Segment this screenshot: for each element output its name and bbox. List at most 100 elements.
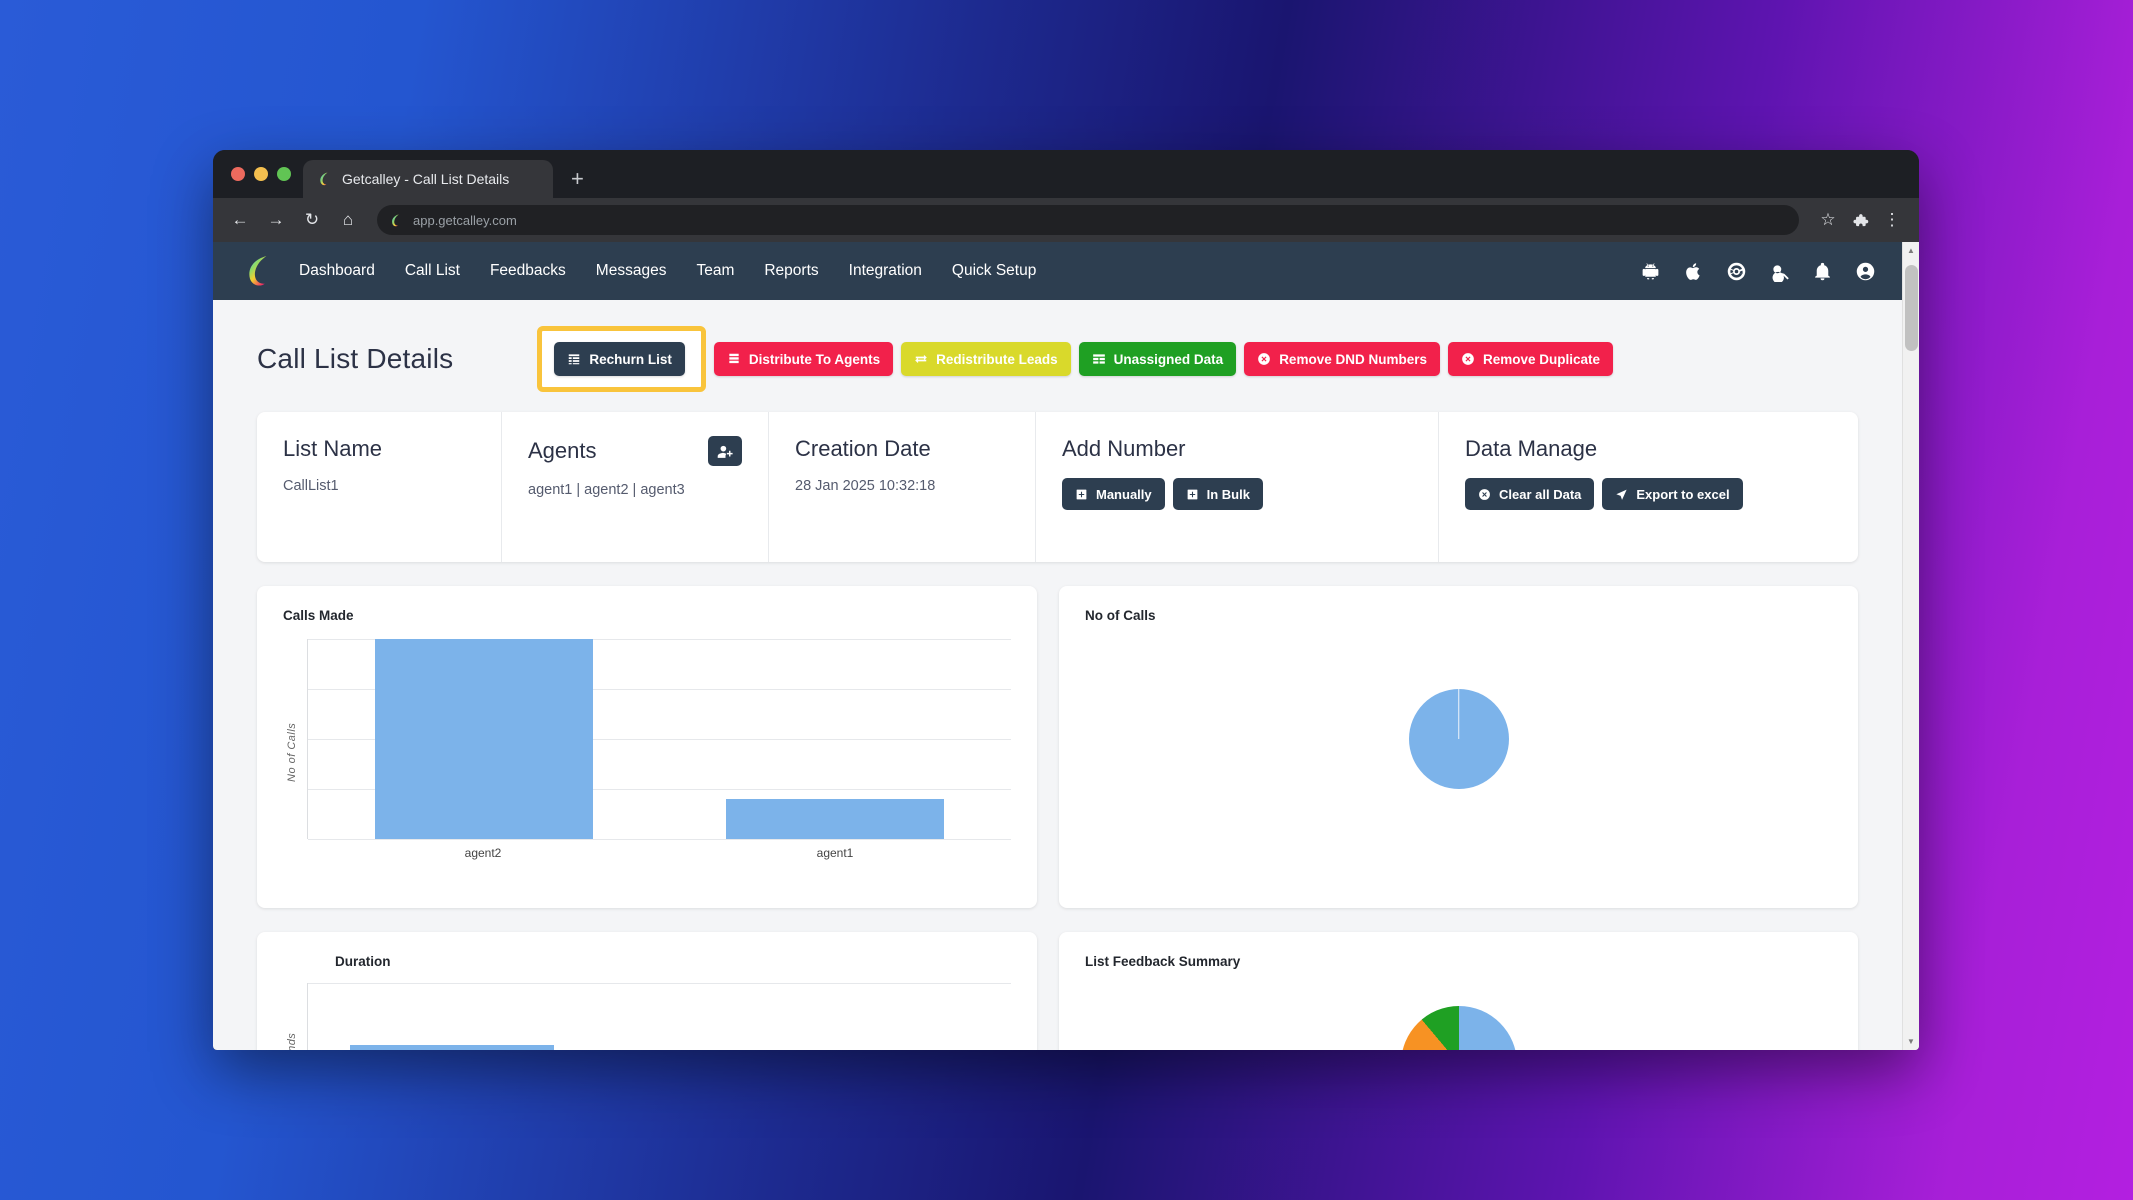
browser-tab-strip: Getcalley - Call List Details + bbox=[213, 150, 1919, 198]
x-label-agent2: agent2 bbox=[464, 846, 502, 860]
gridline bbox=[308, 983, 1011, 984]
page-header-row: Call List Details Rechurn List Distribut… bbox=[257, 326, 1858, 392]
three-dot-menu-icon[interactable]: ⋮ bbox=[1877, 205, 1907, 235]
remove-dnd-numbers-button[interactable]: Remove DND Numbers bbox=[1244, 342, 1440, 376]
clear-all-data-label: Clear all Data bbox=[1499, 486, 1582, 502]
toolbar-right-icons: ☆ ⋮ bbox=[1813, 205, 1907, 235]
clear-all-data-button[interactable]: Clear all Data bbox=[1465, 478, 1595, 510]
back-arrow-icon[interactable]: ← bbox=[225, 205, 255, 235]
no-of-calls-title: No of Calls bbox=[1085, 608, 1156, 623]
duration-y-axis-label: Seconds bbox=[283, 983, 301, 1050]
redistribute-leads-label: Redistribute Leads bbox=[936, 351, 1058, 367]
reload-icon[interactable]: ↻ bbox=[297, 205, 327, 235]
nav-link-dashboard[interactable]: Dashboard bbox=[299, 262, 375, 280]
info-cards-row: List Name CallList1 Agents agent1 | agen… bbox=[257, 412, 1858, 562]
browser-tab[interactable]: Getcalley - Call List Details bbox=[303, 160, 553, 198]
unassigned-data-label: Unassigned Data bbox=[1113, 351, 1224, 367]
card-add-number-title: Add Number bbox=[1062, 436, 1186, 461]
export-to-excel-button[interactable]: Export to excel bbox=[1602, 478, 1743, 510]
search-icon[interactable] bbox=[1769, 261, 1790, 282]
card-agents-title: Agents bbox=[528, 438, 597, 463]
maximize-window-button[interactable] bbox=[277, 167, 291, 181]
charts-row-1: Calls Made No of Calls agent2 agent1 No … bbox=[257, 586, 1858, 908]
nav-link-call-list[interactable]: Call List bbox=[405, 262, 460, 280]
card-agents-head: Agents bbox=[528, 436, 742, 466]
app-content: Call List Details Rechurn List Distribut… bbox=[213, 300, 1902, 1050]
nav-link-reports[interactable]: Reports bbox=[764, 262, 818, 280]
distribute-to-agents-label: Distribute To Agents bbox=[748, 351, 881, 367]
browser-toolbar: ← → ↻ ⌂ app.getcalley.com ☆ ⋮ bbox=[213, 198, 1919, 242]
nav-links: Dashboard Call List Feedbacks Messages T… bbox=[299, 262, 1036, 280]
rechurn-list-button[interactable]: Rechurn List bbox=[554, 342, 685, 376]
add-user-icon[interactable] bbox=[708, 436, 742, 466]
puzzle-icon[interactable] bbox=[1845, 205, 1875, 235]
nav-link-quick-setup[interactable]: Quick Setup bbox=[952, 262, 1036, 280]
exchange-icon bbox=[914, 352, 928, 366]
panel-list-feedback-summary: List Feedback Summary bbox=[1059, 932, 1858, 1050]
nav-link-integration[interactable]: Integration bbox=[849, 262, 922, 280]
card-add-number-head: Add Number bbox=[1062, 436, 1412, 462]
browser-window: Getcalley - Call List Details + ← → ↻ ⌂ … bbox=[213, 150, 1919, 1050]
scrollbar-track[interactable] bbox=[1903, 259, 1919, 1033]
card-data-manage-buttons: Clear all Data Export to excel bbox=[1465, 478, 1832, 510]
android-icon[interactable] bbox=[1640, 261, 1661, 282]
redistribute-leads-button[interactable]: Redistribute Leads bbox=[901, 342, 1071, 376]
getcalley-logo-icon[interactable] bbox=[243, 254, 277, 288]
bar-agent2[interactable] bbox=[374, 639, 593, 839]
unassigned-data-button[interactable]: Unassigned Data bbox=[1078, 342, 1237, 376]
card-agents: Agents agent1 | agent2 | agent3 bbox=[502, 412, 769, 562]
close-window-button[interactable] bbox=[231, 167, 245, 181]
app-navbar: Dashboard Call List Feedbacks Messages T… bbox=[213, 242, 1902, 300]
page-title: Call List Details bbox=[257, 343, 454, 374]
bell-icon[interactable] bbox=[1812, 261, 1833, 282]
add-in-bulk-button[interactable]: In Bulk bbox=[1172, 478, 1263, 510]
account-icon[interactable] bbox=[1855, 261, 1876, 282]
scroll-down-arrow-icon[interactable]: ▼ bbox=[1903, 1033, 1919, 1050]
duration-title: Duration bbox=[335, 954, 391, 969]
distribute-to-agents-button[interactable]: Distribute To Agents bbox=[713, 342, 894, 376]
scrollbar-thumb[interactable] bbox=[1905, 265, 1918, 351]
list-icon bbox=[567, 352, 581, 366]
new-tab-button[interactable]: + bbox=[571, 168, 584, 190]
duration-chart: Seconds bbox=[283, 983, 1011, 1050]
scroll-up-arrow-icon[interactable]: ▲ bbox=[1903, 242, 1919, 259]
bar-agent1[interactable] bbox=[726, 799, 945, 839]
home-icon[interactable]: ⌂ bbox=[333, 205, 363, 235]
card-data-manage: Data Manage Clear all Data Export to exc… bbox=[1439, 412, 1858, 562]
nav-link-feedbacks[interactable]: Feedbacks bbox=[490, 262, 566, 280]
action-buttons-row: Rechurn List Distribute To Agents Redist… bbox=[537, 326, 1614, 392]
minimize-window-button[interactable] bbox=[254, 167, 268, 181]
card-list-name: List Name CallList1 bbox=[257, 412, 502, 562]
calls-made-plot bbox=[307, 639, 1011, 840]
page-scrollbar[interactable]: ▲ ▼ bbox=[1902, 242, 1919, 1050]
panel-duration: Duration Seconds bbox=[257, 932, 1037, 1050]
feedback-pie[interactable] bbox=[1400, 1006, 1517, 1050]
rechurn-list-highlight-frame: Rechurn List bbox=[537, 326, 706, 392]
calls-made-y-axis-label: No of Calls bbox=[286, 722, 298, 782]
forward-arrow-icon[interactable]: → bbox=[261, 205, 291, 235]
times-circle-icon bbox=[1257, 352, 1271, 366]
no-of-calls-chart bbox=[1085, 639, 1832, 839]
bar-duration[interactable] bbox=[350, 1045, 555, 1050]
page-scroll-area: Dashboard Call List Feedbacks Messages T… bbox=[213, 242, 1902, 1050]
lifebuoy-support-icon[interactable] bbox=[1726, 261, 1747, 282]
feedback-pie-wrap bbox=[1059, 1006, 1858, 1050]
star-icon[interactable]: ☆ bbox=[1813, 205, 1843, 235]
plus-square-icon bbox=[1186, 488, 1199, 501]
nav-link-messages[interactable]: Messages bbox=[596, 262, 667, 280]
x-label-agent1: agent1 bbox=[816, 846, 854, 860]
pie-seam bbox=[1457, 689, 1460, 739]
remove-duplicate-button[interactable]: Remove Duplicate bbox=[1447, 342, 1614, 376]
nav-link-team[interactable]: Team bbox=[696, 262, 734, 280]
no-of-calls-pie-wrap bbox=[1085, 639, 1832, 839]
add-manually-label: Manually bbox=[1096, 486, 1152, 502]
card-data-manage-head: Data Manage bbox=[1465, 436, 1832, 462]
apple-icon[interactable] bbox=[1683, 261, 1704, 282]
url-bar[interactable]: app.getcalley.com bbox=[377, 205, 1799, 235]
add-manually-button[interactable]: Manually bbox=[1062, 478, 1165, 510]
card-creation-date-head: Creation Date bbox=[795, 436, 1009, 462]
no-of-calls-pie[interactable] bbox=[1408, 689, 1509, 789]
card-agents-value: agent1 | agent2 | agent3 bbox=[528, 482, 685, 498]
site-favicon-icon bbox=[389, 213, 404, 228]
add-in-bulk-label: In Bulk bbox=[1206, 486, 1250, 502]
